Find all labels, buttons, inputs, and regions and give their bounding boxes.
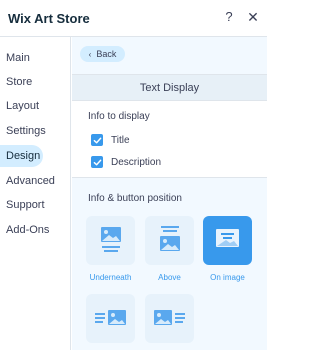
layout-option-on-image-label: On image xyxy=(210,273,245,282)
close-icon[interactable]: ✕ xyxy=(246,9,260,25)
title-checkbox-row[interactable]: Title xyxy=(91,134,130,146)
image-text-left-icon xyxy=(95,310,126,325)
description-checkbox-label: Description xyxy=(111,156,162,168)
back-button-label: Back xyxy=(96,49,117,59)
sidebar-item-settings[interactable]: Settings xyxy=(0,120,46,142)
check-icon xyxy=(93,159,101,165)
sidebar-item-add-ons[interactable]: Add-Ons xyxy=(0,219,49,241)
layout-option-text-left[interactable] xyxy=(86,294,135,343)
image-text-underneath-icon xyxy=(101,227,121,252)
description-checkbox-row[interactable]: Description xyxy=(91,156,161,168)
info-button-position-label: Info & button position xyxy=(88,193,182,204)
sidebar-item-main[interactable]: Main xyxy=(0,47,30,69)
layout-option-above[interactable] xyxy=(145,216,194,265)
content-area: ‹ Back Text Display Info to display Titl… xyxy=(72,37,267,350)
sidebar-item-advanced[interactable]: Advanced xyxy=(0,170,55,192)
image-text-right-icon xyxy=(154,310,185,325)
description-checkbox[interactable] xyxy=(91,156,103,168)
image-text-above-icon xyxy=(160,226,180,251)
sidebar-item-design[interactable]: Design xyxy=(0,145,43,167)
panel-header: Wix Art Store ? ✕ xyxy=(0,0,267,36)
sidebar-item-store[interactable]: Store xyxy=(0,71,32,93)
chevron-left-icon: ‹ xyxy=(88,49,92,59)
section-title: Text Display xyxy=(72,74,267,101)
layout-option-underneath[interactable] xyxy=(86,216,135,265)
sidebar-nav: Main Store Layout Settings Design Advanc… xyxy=(0,37,71,350)
help-icon[interactable]: ? xyxy=(222,9,236,25)
title-checkbox[interactable] xyxy=(91,134,103,146)
panel-title: Wix Art Store xyxy=(8,10,90,26)
settings-panel: Wix Art Store ? ✕ Main Store Layout Sett… xyxy=(0,0,267,350)
back-button[interactable]: ‹ Back xyxy=(80,46,125,62)
layout-option-on-image[interactable] xyxy=(203,216,252,265)
check-icon xyxy=(93,137,101,143)
info-to-display-label: Info to display xyxy=(88,111,150,122)
info-to-display-section: Info to display Title Description xyxy=(72,101,267,177)
layout-option-text-right[interactable] xyxy=(145,294,194,343)
title-checkbox-label: Title xyxy=(111,134,130,146)
sidebar-item-support[interactable]: Support xyxy=(0,194,45,216)
section-divider xyxy=(72,177,267,178)
layout-option-above-label: Above xyxy=(158,273,181,282)
sidebar-item-layout[interactable]: Layout xyxy=(0,95,39,117)
image-text-on-image-icon xyxy=(216,229,239,247)
layout-option-underneath-label: Underneath xyxy=(89,273,132,282)
